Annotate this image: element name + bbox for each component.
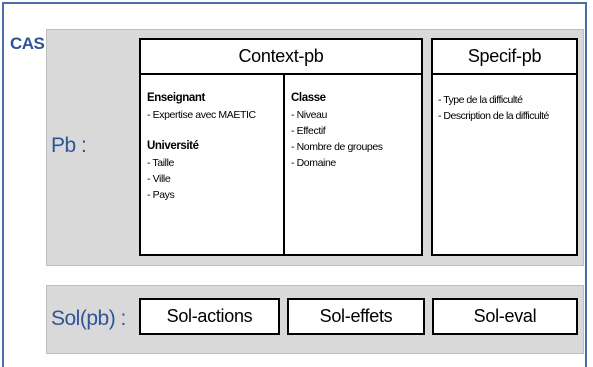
- sol-eval-box: Sol-eval: [432, 298, 578, 335]
- sol-label: Sol(pb) :: [51, 307, 126, 330]
- classe-item: - Effectif: [291, 125, 326, 137]
- context-left-column: Enseignant - Expertise avec MAETIC Unive…: [147, 90, 256, 203]
- enseignant-heading: Enseignant: [147, 92, 205, 104]
- specif-item: - Type de la difficulté: [438, 94, 523, 106]
- sol-effets-box: Sol-effets: [287, 298, 425, 335]
- context-pb-title: Context-pb: [141, 40, 421, 75]
- context-pb-box: Context-pb Enseignant - Expertise avec M…: [139, 38, 423, 256]
- sol-actions-box: Sol-actions: [139, 298, 280, 335]
- universite-item: - Taille: [147, 157, 174, 169]
- enseignant-item: - Expertise avec MAETIC: [147, 109, 256, 121]
- context-column-divider: [283, 73, 285, 254]
- pb-label: Pb :: [51, 134, 87, 157]
- specif-pb-box: Specif-pb - Type de la difficulté - Desc…: [431, 38, 578, 256]
- context-right-column: Classe - Niveau - Effectif - Nombre de g…: [291, 90, 383, 171]
- universite-item: - Ville: [147, 173, 171, 185]
- specif-list: - Type de la difficulté - Description de…: [438, 92, 549, 124]
- cas-label: CAS: [10, 34, 45, 53]
- classe-item: - Nombre de groupes: [291, 141, 383, 153]
- universite-heading: Université: [147, 140, 199, 152]
- classe-item: - Domaine: [291, 157, 336, 169]
- specif-item: - Description de la difficulté: [438, 110, 549, 122]
- classe-item: - Niveau: [291, 109, 327, 121]
- specif-pb-title: Specif-pb: [433, 40, 576, 75]
- classe-heading: Classe: [291, 92, 326, 104]
- universite-item: - Pays: [147, 189, 175, 201]
